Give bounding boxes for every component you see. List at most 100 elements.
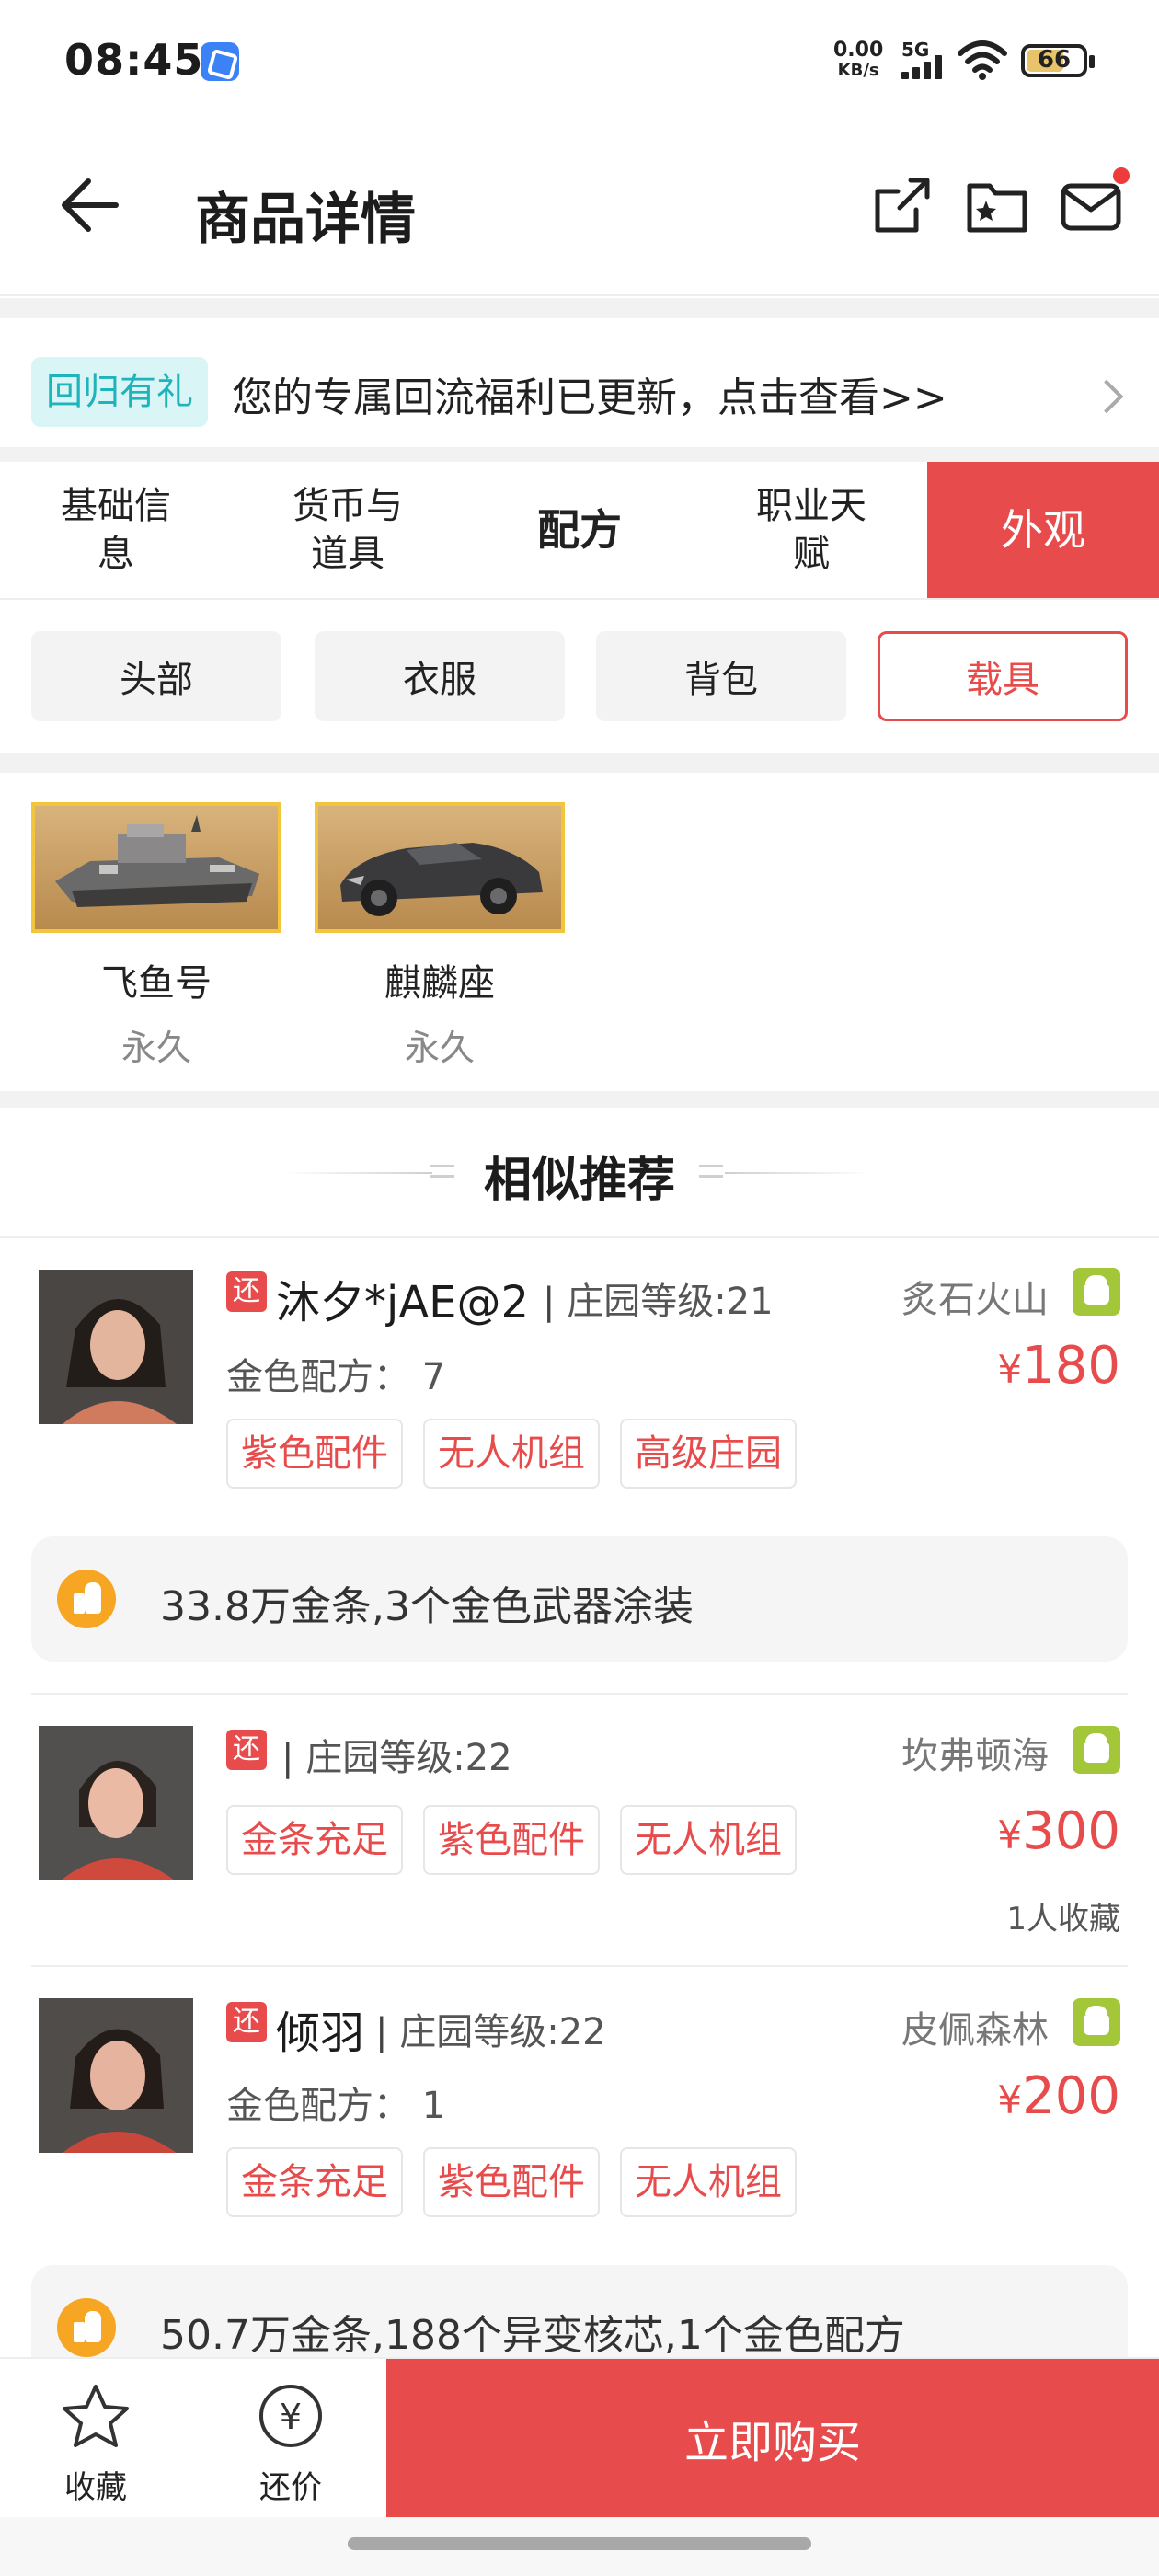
avatar	[39, 1270, 193, 1424]
battery-level: 66	[1037, 46, 1072, 74]
highlight-text: 33.8万金条,3个金色武器涂装	[160, 1583, 694, 1630]
vehicle-image	[315, 802, 565, 933]
avatar	[39, 1998, 193, 2153]
manor-level-text: 庄园等级:22	[399, 2011, 606, 2053]
vehicle-duration: 永久	[404, 1028, 475, 1068]
favorite-count: 1人收藏	[1006, 1901, 1120, 1938]
vehicle-item[interactable]: 飞鱼号 永久	[31, 802, 281, 1070]
tag-chip: 紫色配件	[226, 1419, 403, 1489]
listing-card[interactable]: 还 沐夕*jAE@2 | 庄园等级:21 炙石火山 金色配方： 7 ¥180 紫…	[0, 1238, 1159, 1698]
seller-name: 倾羽	[276, 2007, 365, 2059]
tab-recipes[interactable]: 配方	[464, 462, 695, 598]
server-name: 坎弗顿海	[901, 1735, 1049, 1777]
price-value: 200	[1022, 2066, 1120, 2126]
currency-symbol: ¥	[997, 2077, 1023, 2122]
price: ¥180	[997, 1336, 1120, 1396]
section-gap	[0, 447, 1159, 462]
tab-label: 基础信 息	[61, 485, 171, 575]
price: ¥200	[997, 2066, 1120, 2126]
server-name: 皮佩森林	[901, 2009, 1049, 2052]
signal-icon	[901, 55, 949, 79]
network-speed-unit: KB/s	[837, 61, 879, 80]
section-gap	[0, 298, 1159, 318]
android-icon	[1073, 1268, 1120, 1316]
android-icon	[1073, 1726, 1120, 1774]
currency-symbol: ¥	[997, 1347, 1023, 1392]
banner-text: 您的专属回流福利已更新，点击查看>>	[232, 374, 947, 421]
buy-now-button[interactable]: 立即购买	[386, 2359, 1159, 2517]
tag-chip: 金条充足	[226, 2147, 403, 2217]
subtab-clothes[interactable]: 衣服	[315, 631, 565, 721]
tag-chip: 无人机组	[620, 1805, 797, 1875]
section-title: 相似推荐	[483, 1153, 675, 1208]
tab-basic-info[interactable]: 基础信 息	[0, 462, 232, 598]
price: ¥300	[997, 1801, 1120, 1861]
share-icon[interactable]	[868, 173, 935, 239]
gesture-bar	[0, 2517, 1159, 2576]
folder-star-icon[interactable]	[964, 173, 1030, 239]
listing-card[interactable]: 还 | 庄园等级:22 坎弗顿海 金条充足 紫色配件 无人机组 ¥300 1人收…	[0, 1695, 1159, 1963]
price-value: 180	[1022, 1336, 1120, 1396]
banner-tag: 回归有礼	[31, 357, 208, 427]
vehicle-name: 飞鱼号	[101, 962, 212, 1005]
avatar	[39, 1726, 193, 1880]
app-header: 商品详情	[0, 120, 1159, 296]
vehicle-item[interactable]: 麒麟座 永久	[315, 802, 565, 1070]
mail-icon[interactable]	[1058, 173, 1124, 239]
tag-chip: 紫色配件	[423, 2147, 600, 2217]
status-bar: 08:45 0.00 KB/s 5G 66	[0, 0, 1159, 120]
tab-label: 外观	[1001, 505, 1085, 555]
seller-name: 沐夕*jAE@2	[276, 1277, 530, 1328]
yen-symbol: ¥	[280, 2397, 302, 2437]
tag-chip: 金条充足	[226, 1805, 403, 1875]
bargain-badge: 还	[226, 2002, 267, 2042]
tag-chip: 无人机组	[423, 1419, 600, 1489]
tag-chip: 高级庄园	[620, 1419, 797, 1489]
appearance-subtabs: 头部 衣服 背包 载具	[0, 631, 1159, 723]
bargain-label: 还价	[259, 2469, 322, 2506]
status-time: 08:45	[64, 35, 204, 85]
wifi-icon	[958, 40, 1007, 80]
title-decoration	[725, 1172, 872, 1174]
gold-recipe-count: 金色配方： 1	[226, 2085, 446, 2127]
manor-level: | 庄园等级:21	[543, 1281, 774, 1323]
tag-chip: 无人机组	[620, 2147, 797, 2217]
detail-tabs: 基础信 息 货币与 道具 配方 职业天 赋 外观	[0, 462, 1159, 600]
tab-talents[interactable]: 职业天 赋	[695, 462, 927, 598]
server-name: 炙石火山	[901, 1279, 1049, 1321]
network-speed: 0.00 KB/s	[833, 40, 883, 81]
tab-currency-items[interactable]: 货币与 道具	[232, 462, 464, 598]
thumbs-up-icon	[57, 1570, 116, 1628]
chevron-right-icon	[1089, 379, 1124, 414]
tab-appearance[interactable]: 外观	[927, 462, 1159, 598]
manor-level-text: 庄园等级:22	[305, 1737, 512, 1779]
manor-level: | 庄园等级:22	[375, 2011, 606, 2053]
tab-label: 货币与 道具	[293, 485, 403, 575]
battery-icon: 66	[1021, 44, 1095, 77]
price-value: 300	[1022, 1801, 1120, 1861]
subtab-head[interactable]: 头部	[31, 631, 281, 721]
page-title: 商品详情	[195, 188, 416, 252]
section-gap	[0, 753, 1159, 773]
home-indicator[interactable]	[348, 2537, 811, 2550]
vehicle-duration: 永久	[120, 1028, 191, 1068]
manor-level: | 庄园等级:22	[281, 1737, 512, 1779]
vehicle-image	[31, 802, 281, 933]
subtab-vehicle[interactable]: 载具	[878, 631, 1128, 721]
gold-recipe-count: 金色配方： 7	[226, 1356, 446, 1398]
yen-coin-icon: ¥	[259, 2385, 322, 2447]
back-arrow-icon[interactable]	[57, 173, 121, 237]
highlight-text: 50.7万金条,188个异变核芯,1个金色配方	[160, 2312, 905, 2357]
app-notification-icon	[201, 42, 239, 81]
favorite-label: 收藏	[64, 2469, 127, 2506]
android-icon	[1073, 1998, 1120, 2046]
manor-level-text: 庄园等级:21	[567, 1281, 774, 1323]
listing-card[interactable]: 还 倾羽 | 庄园等级:22 皮佩森林 金色配方： 1 ¥200 金条充足 紫色…	[0, 1967, 1159, 2357]
bargain-button[interactable]: ¥ 还价	[235, 2381, 346, 2507]
subtab-backpack[interactable]: 背包	[596, 631, 846, 721]
tab-label: 配方	[537, 505, 622, 555]
return-reward-banner[interactable]: 回归有礼 您的专属回流福利已更新，点击查看>>	[0, 318, 1159, 447]
vehicle-name: 麒麟座	[384, 962, 495, 1005]
tab-label: 职业天 赋	[756, 485, 866, 575]
favorite-button[interactable]: 收藏	[40, 2381, 151, 2507]
